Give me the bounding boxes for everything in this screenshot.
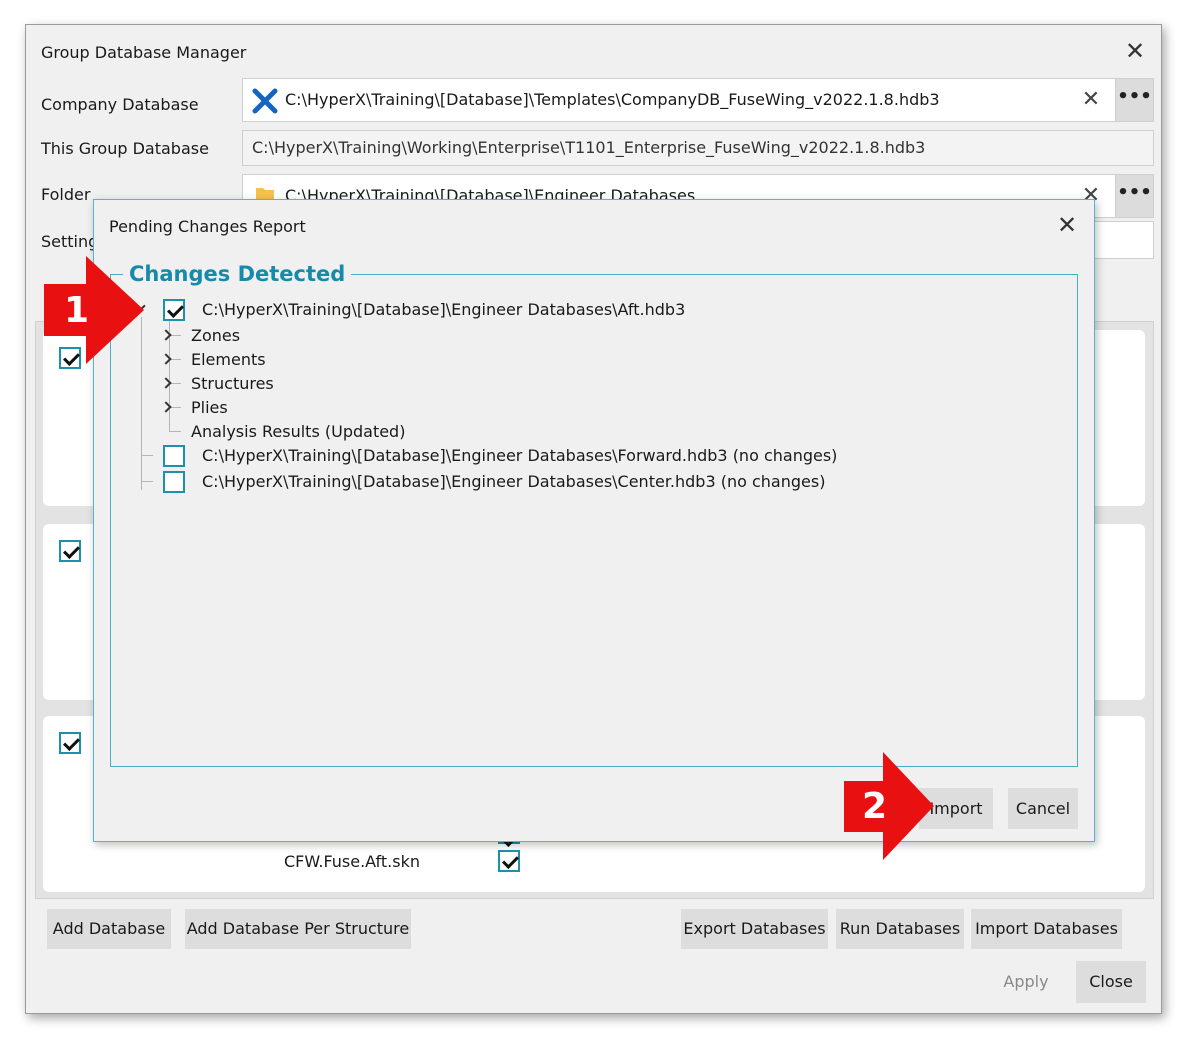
company-database-value: C:\HyperX\Training\[Database]\Templates\… (285, 90, 940, 109)
tree-child-analysis-results[interactable]: Analysis Results (Updated) (191, 422, 405, 441)
folder-browse-button[interactable]: ••• (1115, 175, 1153, 217)
company-database-field[interactable]: C:\HyperX\Training\[Database]\Templates\… (242, 78, 1154, 122)
tree-connector (141, 481, 153, 482)
folder-label: Folder (41, 185, 91, 204)
annotation-number-2: 2 (862, 786, 888, 827)
export-databases-button[interactable]: Export Databases (681, 909, 828, 949)
tree-root-label: C:\HyperX\Training\[Database]\Engineer D… (202, 300, 686, 319)
tree-connector (141, 455, 153, 456)
structure-name: CFW.Fuse.Aft.skn (284, 852, 421, 871)
tree-root-label: C:\HyperX\Training\[Database]\Engineer D… (202, 472, 826, 491)
company-database-label: Company Database (41, 95, 199, 114)
tree-connector (169, 431, 181, 432)
tree-root-checkbox[interactable] (163, 299, 185, 321)
apply-button[interactable]: Apply (989, 962, 1063, 1002)
tree-child-zones[interactable]: Zones (191, 326, 240, 345)
window-close-icon[interactable]: ✕ (1122, 39, 1148, 65)
add-database-per-structure-button[interactable]: Add Database Per Structure (185, 909, 411, 949)
structure-checkbox[interactable] (498, 850, 520, 872)
tree-child-plies[interactable]: Plies (191, 398, 228, 417)
tree-root-label: C:\HyperX\Training\[Database]\Engineer D… (202, 446, 838, 465)
window-title: Group Database Manager (41, 43, 247, 62)
tree-child-elements[interactable]: Elements (191, 350, 266, 369)
tree-root-checkbox[interactable] (163, 445, 185, 467)
tree-root-checkbox[interactable] (163, 471, 185, 493)
group-database-label: This Group Database (41, 139, 209, 158)
run-databases-button[interactable]: Run Databases (836, 909, 964, 949)
changes-detected-group: Changes Detected C:\HyperX\Training\[Dat… (110, 261, 1078, 767)
annotation-arrow-1 (44, 256, 144, 364)
group-database-value: C:\HyperX\Training\Working\Enterprise\T1… (252, 138, 926, 157)
close-button[interactable]: Close (1076, 961, 1146, 1003)
annotation-arrow-2 (844, 752, 934, 860)
annotation-number-1: 1 (64, 290, 90, 331)
dialog-title: Pending Changes Report (109, 217, 306, 236)
settings-label: Setting (41, 232, 99, 251)
hyperx-logo-icon (252, 88, 278, 114)
database-panel-checkbox[interactable] (59, 732, 81, 754)
add-database-button[interactable]: Add Database (47, 909, 171, 949)
tree-child-structures[interactable]: Structures (191, 374, 274, 393)
database-panel-checkbox[interactable] (59, 540, 81, 562)
company-clear-icon[interactable]: ✕ (1079, 79, 1103, 121)
import-databases-button[interactable]: Import Databases (971, 909, 1122, 949)
company-browse-button[interactable]: ••• (1115, 79, 1153, 121)
cancel-button[interactable]: Cancel (1008, 788, 1078, 829)
pending-changes-dialog: Pending Changes Report ✕ Changes Detecte… (93, 199, 1095, 842)
group-database-field: C:\HyperX\Training\Working\Enterprise\T1… (242, 130, 1154, 166)
dialog-close-icon[interactable]: ✕ (1054, 213, 1080, 239)
